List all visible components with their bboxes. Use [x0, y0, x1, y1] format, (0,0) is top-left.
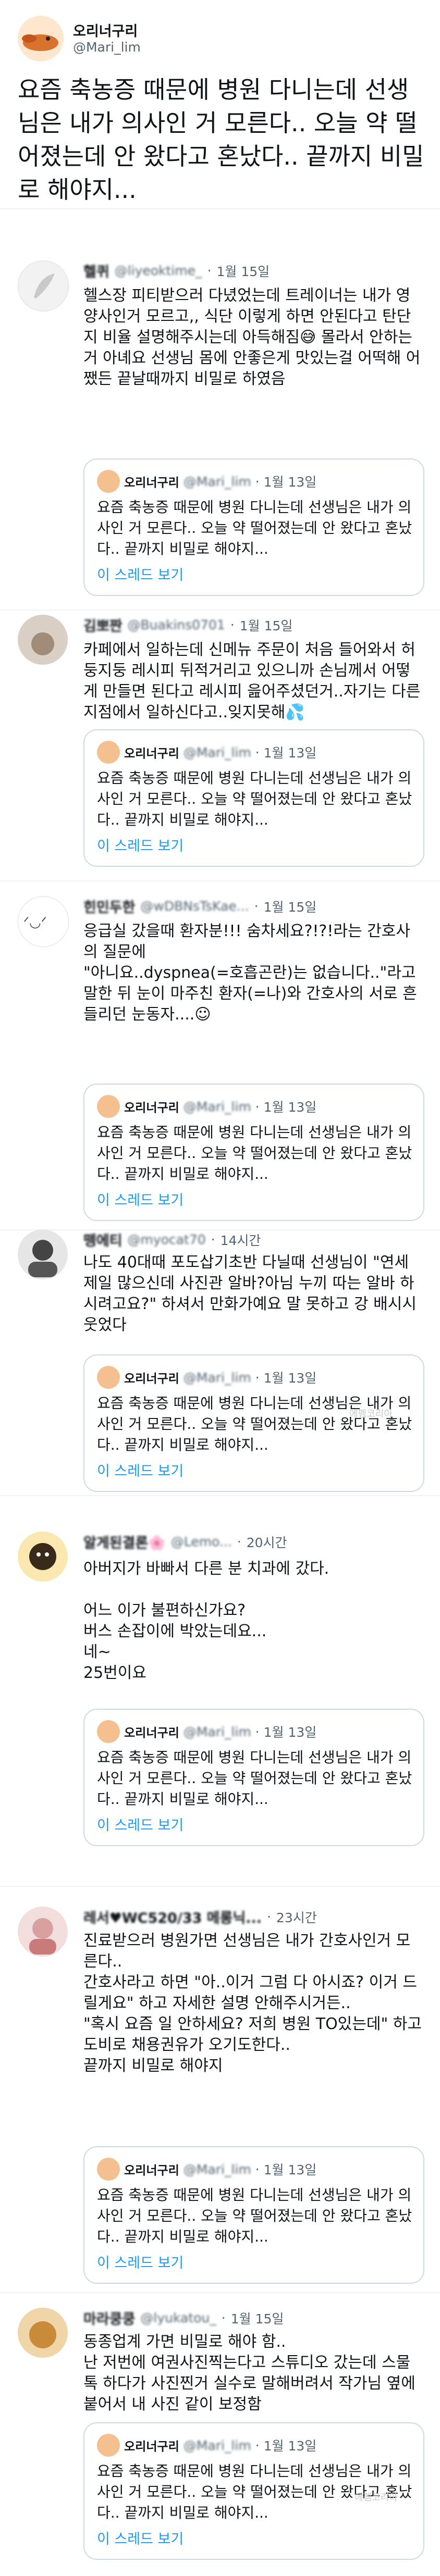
reply-avatar[interactable] [18, 1229, 68, 1279]
reply-author-name[interactable]: 레서♥WC520/33 메롱닉... [83, 1907, 262, 1927]
reply-author-name[interactable]: 알게된결론🌸 [83, 1532, 166, 1552]
quoted-avatar [97, 2158, 120, 2181]
author-avatar[interactable] [18, 16, 64, 61]
reply-text: 카페에서 일하는데 신메뉴 주문이 처음 들어와서 허둥지둥 레시피 뒤적거리고… [83, 641, 425, 721]
reply-text: 진료받으러 병원가면 선생님은 내가 간호사인거 모른다.. 간호사라고 하면 … [83, 1932, 422, 2075]
watermark: 에펨코리아 [355, 2492, 398, 2503]
reply-text: 헬스장 피티받으러 다녔었는데 트레이너는 내가 영양사인거 모르고,, 식단 … [83, 287, 421, 388]
quoted-author-name: 오리너구리 [124, 747, 179, 761]
quoted-avatar [97, 2434, 120, 2457]
quoted-date: 1월 13일 [263, 2438, 317, 2454]
quoted-author-name: 오리너구리 [124, 1101, 179, 1115]
quoted-author-handle: @Mari_lim [183, 1099, 251, 1114]
author-name[interactable]: 오리너구리 [73, 20, 138, 40]
quoted-date: 1월 13일 [263, 1725, 317, 1740]
quoted-avatar [97, 1095, 120, 1118]
reply-avatar[interactable] [18, 2308, 68, 2358]
reply-text: 응급실 갔을때 환자분!!! 숨차세요?!?!라는 간호사의 질문에 "아니요.… [83, 922, 417, 1024]
divider [0, 1495, 440, 1496]
quoted-author-handle: @Mari_lim [183, 474, 251, 489]
show-thread-link[interactable]: 이 스레드 보기 [97, 1460, 184, 1480]
show-thread-link[interactable]: 이 스레드 보기 [97, 835, 184, 855]
reply-timestamp[interactable]: 23시간 [276, 1908, 317, 1926]
quoted-date: 1월 13일 [263, 1100, 317, 1115]
show-thread-link[interactable]: 이 스레드 보기 [97, 2528, 184, 2548]
reply-author-name[interactable]: 뗑에티 [83, 1229, 123, 1250]
quoted-author-name: 오리너구리 [124, 2440, 179, 2454]
reply-author-handle[interactable]: @myocat70 [128, 1232, 206, 1247]
quoted-author-name: 오리너구리 [124, 1372, 179, 1386]
author-handle[interactable]: @Mari_lim [73, 40, 141, 55]
quoted-author-handle: @Mari_lim [183, 2437, 251, 2453]
divider [0, 208, 440, 209]
quoted-text: 요즘 축농증 때문에 병원 다니는데 선생님은 내가 의사인 거 모른다.. 오… [97, 1749, 412, 1808]
quoted-author-name: 오리너구리 [124, 2164, 179, 2177]
reply-author-handle[interactable]: @lyukatou_ [140, 2310, 216, 2325]
reply-text: 동종업계 가면 비밀로 해야 함.. 난 저번에 여권사진찍는다고 스튜디오 갔… [83, 2333, 415, 2413]
show-thread-link[interactable]: 이 스레드 보기 [97, 2251, 184, 2272]
quoted-avatar [97, 1720, 120, 1743]
quoted-date: 1월 13일 [263, 745, 317, 761]
quoted-tweet[interactable]: 오리너구리 @Mari_lim · 1월 13일 요즘 축농증 때문에 병원 다니는데… [83, 1084, 424, 1221]
reply-author-handle[interactable]: @liyeoktime_ [115, 263, 202, 278]
quoted-date: 1월 13일 [263, 1371, 317, 1386]
quoted-date: 1월 13일 [263, 475, 317, 490]
quoted-tweet[interactable]: 오리너구리 @Mari_lim · 1월 13일 요즘 축농증 때문에 병원 다니는데… [83, 1709, 424, 1846]
separator-dot: · [207, 263, 212, 278]
reply-timestamp[interactable]: 1월 15일 [216, 262, 270, 280]
quoted-avatar [97, 1366, 120, 1389]
reply-avatar[interactable]: ᐟ◡ᐟ [18, 896, 69, 947]
quoted-tweet[interactable]: 오리너구리 @Mari_lim · 1월 13일 요즘 축농증 때문에 병원 다니는데… [83, 2146, 424, 2284]
quoted-author-handle: @Mari_lim [183, 1724, 251, 1739]
watermark: 에펨코리아 [349, 1409, 393, 1420]
quoted-text: 요즘 축농증 때문에 병원 다니는데 선생님은 내가 의사인 거 모른다.. 오… [97, 1124, 412, 1183]
quoted-author-name: 오리너구리 [124, 476, 179, 490]
quoted-text: 요즘 축농증 때문에 병원 다니는데 선생님은 내가 의사인 거 모른다.. 오… [97, 769, 412, 828]
reply-author-handle[interactable]: @Lemo... [171, 1534, 232, 1549]
reply-text: 아버지가 바빠서 다른 분 치과에 갔다. 어느 이가 불편하신가요? 버스 손… [83, 1560, 329, 1682]
reply-timestamp[interactable]: 14시간 [221, 1230, 261, 1249]
quoted-date: 1월 13일 [263, 2162, 317, 2177]
reply-timestamp[interactable]: 1월 15일 [264, 897, 317, 916]
reply-author-name[interactable]: 힌민두한 [83, 896, 135, 916]
quoted-text: 요즘 축농증 때문에 병원 다니는데 선생님은 내가 의사인 거 모른다.. 오… [97, 1395, 412, 1453]
platypus-icon [22, 34, 58, 51]
reply-author-handle[interactable]: @Buakins0701 [128, 617, 225, 632]
quoted-text: 요즘 축농증 때문에 병원 다니는데 선생님은 내가 의사인 거 모른다.. 오… [97, 2186, 412, 2245]
reply-author-name[interactable]: 마라쿵쿵 [83, 2308, 135, 2328]
reply-avatar[interactable] [18, 615, 68, 665]
quoted-author-handle: @Mari_lim [183, 2161, 251, 2177]
quoted-avatar [97, 741, 120, 764]
quoted-author-name: 오리너구리 [124, 1726, 179, 1740]
reply-avatar[interactable] [18, 1907, 68, 1957]
quoted-author-handle: @Mari_lim [183, 744, 251, 760]
show-thread-link[interactable]: 이 스레드 보기 [97, 1814, 184, 1834]
quoted-tweet[interactable]: 오리너구리 @Mari_lim · 1월 13일 요즘 축농증 때문에 병원 다니는데… [83, 729, 424, 867]
reply-timestamp[interactable]: 1월 15일 [240, 616, 293, 634]
reply-author-handle[interactable]: @wDBNsTsKae... [140, 899, 249, 914]
reply-author-name[interactable]: 헬퀴 [83, 260, 109, 281]
quoted-text: 요즘 축농증 때문에 병원 다니는데 선생님은 내가 의사인 거 모른다.. 오… [97, 499, 412, 557]
divider [0, 609, 440, 611]
divider [0, 2292, 440, 2293]
reply-author-name[interactable]: 김뽀짠 [83, 615, 123, 635]
quoted-tweet[interactable]: 오리너구리 @Mari_lim · 1월 13일 요즘 축농증 때문에 병원 다니는데… [83, 1354, 424, 1492]
show-thread-link[interactable]: 이 스레드 보기 [97, 564, 184, 584]
reply-timestamp[interactable]: 1월 15일 [231, 2309, 284, 2328]
quoted-avatar [97, 470, 120, 493]
reply-text: 나도 40대때 포도삽기초반 다닐때 선생님이 "연세 제일 많으신데 사진관 … [83, 1253, 422, 1334]
main-tweet-text: 요즘 축농증 때문에 병원 다니는데 선생님은 내가 의사인 거 모른다.. 오… [18, 76, 424, 204]
reply-avatar[interactable] [18, 260, 69, 312]
svg-text:ᐟ◡ᐟ: ᐟ◡ᐟ [23, 915, 47, 930]
divider [0, 880, 440, 881]
reply-timestamp[interactable]: 20시간 [247, 1533, 287, 1551]
divider [0, 1886, 440, 1887]
quoted-tweet[interactable]: 오리너구리 @Mari_lim · 1월 13일 요즘 축농증 때문에 병원 다니는데… [83, 458, 424, 596]
quoted-author-handle: @Mari_lim [183, 1370, 251, 1385]
reply-avatar[interactable] [18, 1532, 68, 1582]
show-thread-link[interactable]: 이 스레드 보기 [97, 1189, 184, 1209]
